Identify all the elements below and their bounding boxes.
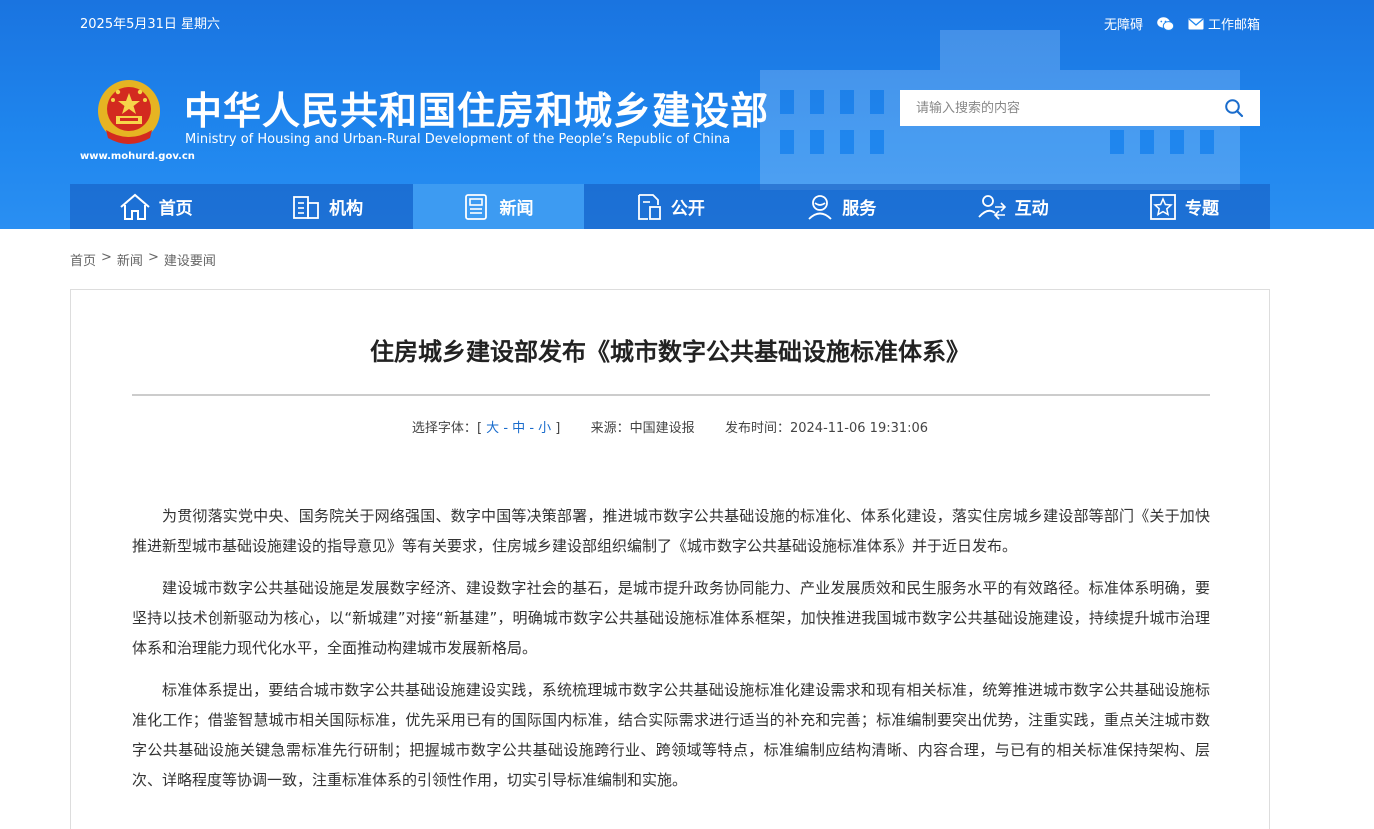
news-icon: [465, 193, 488, 220]
breadcrumb-news[interactable]: 新闻: [117, 250, 143, 269]
document-icon: [637, 193, 661, 220]
service-icon: [808, 194, 832, 220]
article-paragraph: 建设城市数字公共基础设施是发展数字经济、建设数字社会的基石，是城市提升政务协同能…: [132, 579, 1210, 657]
search-button[interactable]: [1208, 90, 1260, 126]
building-icon: [293, 195, 319, 219]
nav-organization[interactable]: 机构: [241, 184, 412, 229]
article-paragraph: 为贯彻落实党中央、国务院关于网络强国、数字中国等决策部署，推进城市数字公共基础设…: [132, 507, 1210, 555]
site-title-en: Ministry of Housing and Urban-Rural Deve…: [185, 132, 731, 147]
wechat-link[interactable]: [1157, 16, 1174, 31]
breadcrumb-home[interactable]: 首页: [70, 250, 96, 269]
breadcrumb-construction-news[interactable]: 建设要闻: [164, 250, 216, 269]
font-size-medium[interactable]: 中: [512, 421, 525, 436]
nav-public[interactable]: 公开: [584, 184, 755, 229]
font-size-small[interactable]: 小: [538, 421, 551, 436]
font-size-large[interactable]: 大: [486, 421, 499, 436]
nav-topics[interactable]: 专题: [1098, 184, 1269, 229]
nav-service[interactable]: 服务: [756, 184, 927, 229]
article-body: 为贯彻落实党中央、国务院关于网络强国、数字中国等决策部署，推进城市数字公共基础设…: [132, 501, 1210, 807]
accessibility-link[interactable]: 无障碍: [1104, 14, 1143, 33]
article-paragraph: 标准体系提出，要结合城市数字公共基础设施建设实践，系统梳理城市数字公共基础设施标…: [132, 681, 1210, 789]
source-label: 来源：: [590, 421, 630, 436]
font-size-selector: 选择字体：[ 大 - 中 - 小 ]: [411, 421, 565, 436]
title-divider: [132, 394, 1210, 396]
breadcrumb-separator: >: [147, 250, 159, 265]
search-icon: [1225, 99, 1244, 118]
nav-interaction[interactable]: 互动: [927, 184, 1098, 229]
email-label: 工作邮箱: [1207, 18, 1260, 33]
nav-label: 专题: [1185, 199, 1220, 219]
mail-icon: [1188, 18, 1204, 29]
article-meta: 选择字体：[ 大 - 中 - 小 ] 来源：中国建设报 发布时间：2024-11…: [71, 417, 1269, 436]
site-header: 2025年5月31日 星期六 无障碍 工作邮箱 www.mohurd.gov.c…: [0, 0, 1374, 229]
site-title: 中华人民共和国住房和城乡建设部: [184, 89, 770, 133]
main-nav: 首页 机构 新闻 公开 服务 互动 专题: [70, 184, 1270, 229]
article-source: 中国建设报: [629, 421, 695, 436]
interaction-icon: [977, 194, 1006, 220]
wechat-icon: [1157, 16, 1174, 31]
breadcrumb: 首页 > 新闻 > 建设要闻: [70, 250, 216, 269]
email-link[interactable]: 工作邮箱: [1188, 14, 1260, 33]
nav-label: 新闻: [499, 199, 534, 219]
nav-news[interactable]: 新闻: [412, 184, 585, 229]
search-box: [900, 90, 1260, 126]
publish-time-label: 发布时间：: [724, 421, 790, 436]
article-title: 住房城乡建设部发布《城市数字公共基础设施标准体系》: [370, 338, 970, 366]
font-size-label: 选择字体：: [411, 421, 477, 436]
article-panel: 住房城乡建设部发布《城市数字公共基础设施标准体系》 选择字体：[ 大 - 中 -…: [70, 289, 1270, 829]
nav-home[interactable]: 首页: [70, 184, 241, 229]
site-url: www.mohurd.gov.cn: [80, 151, 195, 162]
breadcrumb-separator: >: [101, 250, 112, 265]
nav-label: 首页: [158, 199, 193, 219]
star-icon: [1150, 193, 1176, 220]
top-links: 无障碍 工作邮箱: [1104, 14, 1260, 33]
nav-label: 机构: [329, 199, 364, 219]
home-icon: [120, 193, 150, 220]
search-input[interactable]: [900, 90, 1208, 126]
current-date: 2025年5月31日 星期六: [80, 17, 221, 32]
nav-label: 公开: [670, 199, 705, 219]
nav-label: 服务: [842, 199, 877, 219]
national-emblem-logo: [98, 80, 160, 144]
publish-time: 2024-11-06 19:31:06: [789, 421, 929, 436]
nav-label: 互动: [1014, 199, 1049, 219]
accessibility-label: 无障碍: [1103, 18, 1143, 33]
